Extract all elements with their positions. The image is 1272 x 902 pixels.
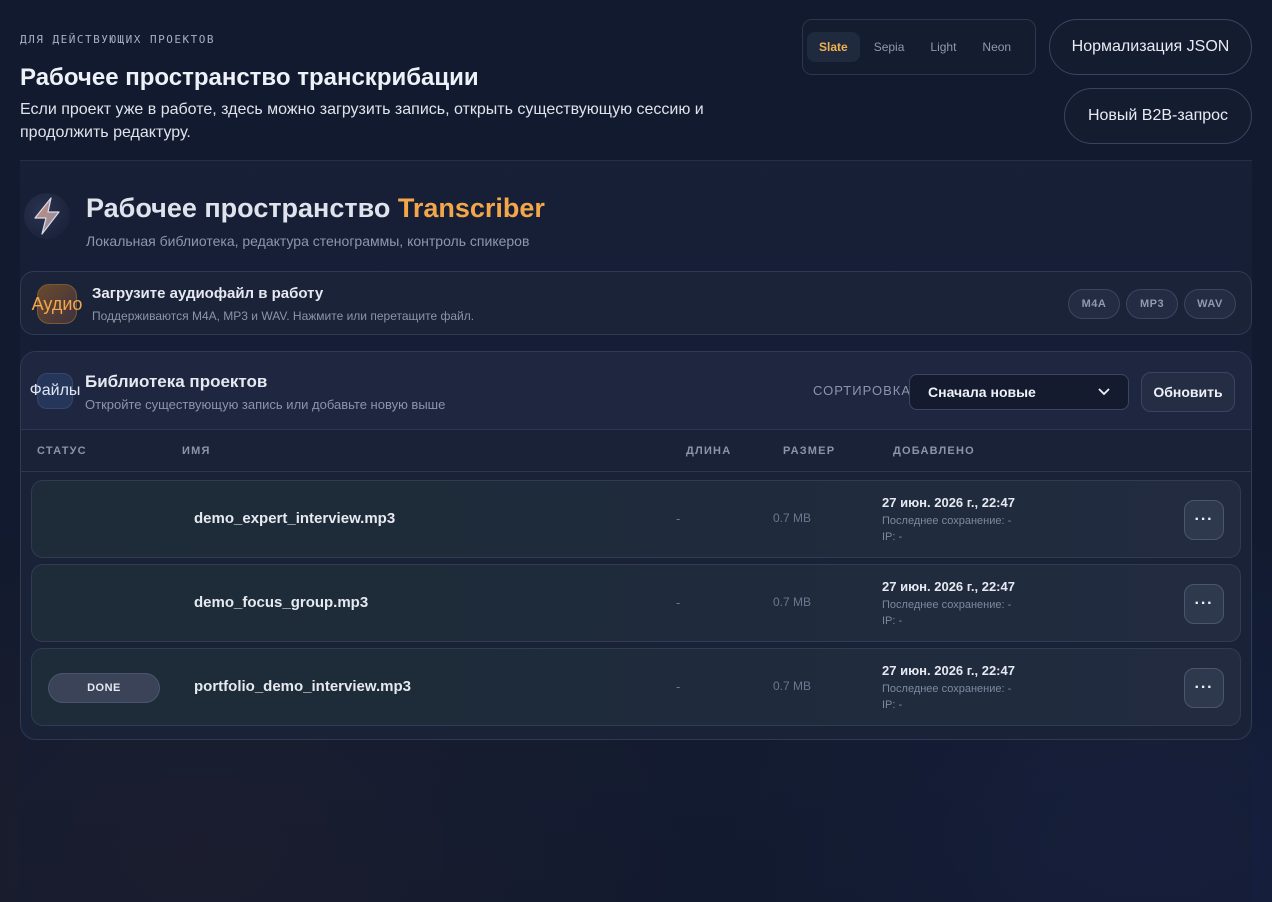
ip-address: IP: - bbox=[882, 615, 903, 627]
theme-switcher: Slate Sepia Light Neon bbox=[802, 19, 1036, 75]
file-size: 0.7 MB bbox=[773, 679, 812, 693]
page-title: Рабочее пространство транскрибации bbox=[20, 64, 479, 91]
file-length: - bbox=[676, 595, 681, 610]
upload-dropzone[interactable]: Аудио Загрузите аудиофайл в работу Подде… bbox=[20, 271, 1252, 335]
theme-option-sepia[interactable]: Sepia bbox=[862, 32, 917, 62]
brand-title-accent: Transcriber bbox=[397, 193, 545, 223]
file-size: 0.7 MB bbox=[773, 595, 812, 609]
sort-select-value: Сначала новые bbox=[928, 384, 1036, 400]
audio-badge: Аудио bbox=[32, 284, 82, 324]
table-header: СТАТУС ИМЯ ДЛИНА РАЗМЕР ДОБАВЛЕНО bbox=[21, 430, 1251, 472]
file-name: demo_focus_group.mp3 bbox=[194, 594, 369, 611]
refresh-button[interactable]: Обновить bbox=[1141, 372, 1235, 412]
lightning-icon bbox=[24, 193, 70, 239]
last-saved: Последнее сохранение: - bbox=[882, 599, 1012, 611]
more-actions-button[interactable]: ··· bbox=[1184, 500, 1224, 540]
more-actions-button[interactable]: ··· bbox=[1184, 668, 1224, 708]
date-added: 27 июн. 2026 г., 22:47 bbox=[882, 495, 1015, 510]
status-badge: DONE bbox=[48, 673, 160, 703]
page-eyebrow: ДЛЯ ДЕЙСТВУЮЩИХ ПРОЕКТОВ bbox=[20, 33, 215, 46]
format-chip-wav: WAV bbox=[1184, 289, 1236, 319]
brand-title: Рабочее пространство Transcriber bbox=[86, 193, 545, 224]
file-length: - bbox=[676, 511, 681, 526]
page-description: Если проект уже в работе, здесь можно за… bbox=[20, 101, 704, 141]
library-header: Файлы Библиотека проектов Откройте сущес… bbox=[21, 352, 1251, 430]
table-row[interactable]: DONE portfolio_demo_interview.mp3 - 0.7 … bbox=[31, 648, 1241, 726]
workspace-panel: Рабочее пространство Transcriber Локальн… bbox=[20, 161, 1252, 902]
json-normalize-button[interactable]: Нормализация JSON bbox=[1049, 19, 1252, 75]
ip-address: IP: - bbox=[882, 699, 903, 711]
chevron-down-icon bbox=[1098, 388, 1110, 396]
column-name[interactable]: ИМЯ bbox=[182, 445, 211, 457]
column-status[interactable]: СТАТУС bbox=[37, 445, 87, 457]
theme-option-neon[interactable]: Neon bbox=[970, 32, 1023, 62]
table-row[interactable]: demo_expert_interview.mp3 - 0.7 MB 27 ию… bbox=[31, 480, 1241, 558]
column-length[interactable]: ДЛИНА bbox=[686, 445, 731, 457]
column-added[interactable]: ДОБАВЛЕНО bbox=[893, 445, 975, 457]
files-badge: Файлы bbox=[30, 373, 80, 409]
theme-option-slate[interactable]: Slate bbox=[807, 32, 860, 62]
library-title: Библиотека проектов bbox=[85, 372, 268, 391]
brand-subtitle: Локальная библиотека, редактура стеногра… bbox=[86, 233, 530, 249]
format-chip-mp3: MP3 bbox=[1126, 289, 1178, 319]
sort-select[interactable]: Сначала новые bbox=[909, 374, 1129, 410]
sort-label: СОРТИРОВКА bbox=[813, 383, 911, 398]
new-b2b-request-button[interactable]: Новый B2B-запрос bbox=[1064, 88, 1252, 144]
page-header: ДЛЯ ДЕЙСТВУЮЩИХ ПРОЕКТОВ Рабочее простра… bbox=[20, 0, 1252, 161]
library-subtitle: Откройте существующую запись или добавьт… bbox=[85, 397, 446, 412]
last-saved: Последнее сохранение: - bbox=[882, 683, 1012, 695]
ip-address: IP: - bbox=[882, 531, 903, 543]
theme-option-light[interactable]: Light bbox=[918, 32, 968, 62]
file-name: demo_expert_interview.mp3 bbox=[194, 510, 396, 527]
more-actions-button[interactable]: ··· bbox=[1184, 584, 1224, 624]
file-name: portfolio_demo_interview.mp3 bbox=[194, 678, 411, 695]
file-size: 0.7 MB bbox=[773, 511, 812, 525]
project-library: Файлы Библиотека проектов Откройте сущес… bbox=[20, 351, 1252, 740]
column-size[interactable]: РАЗМЕР bbox=[783, 445, 835, 457]
last-saved: Последнее сохранение: - bbox=[882, 515, 1012, 527]
upload-subtitle: Поддерживаются M4A, MP3 и WAV. Нажмите и… bbox=[92, 309, 475, 323]
date-added: 27 июн. 2026 г., 22:47 bbox=[882, 579, 1015, 594]
brand-title-main: Рабочее пространство bbox=[86, 193, 391, 223]
table-row[interactable]: demo_focus_group.mp3 - 0.7 MB 27 июн. 20… bbox=[31, 564, 1241, 642]
upload-title: Загрузите аудиофайл в работу bbox=[92, 285, 324, 302]
date-added: 27 июн. 2026 г., 22:47 bbox=[882, 663, 1015, 678]
format-chip-m4a: M4A bbox=[1068, 289, 1120, 319]
file-length: - bbox=[676, 679, 681, 694]
